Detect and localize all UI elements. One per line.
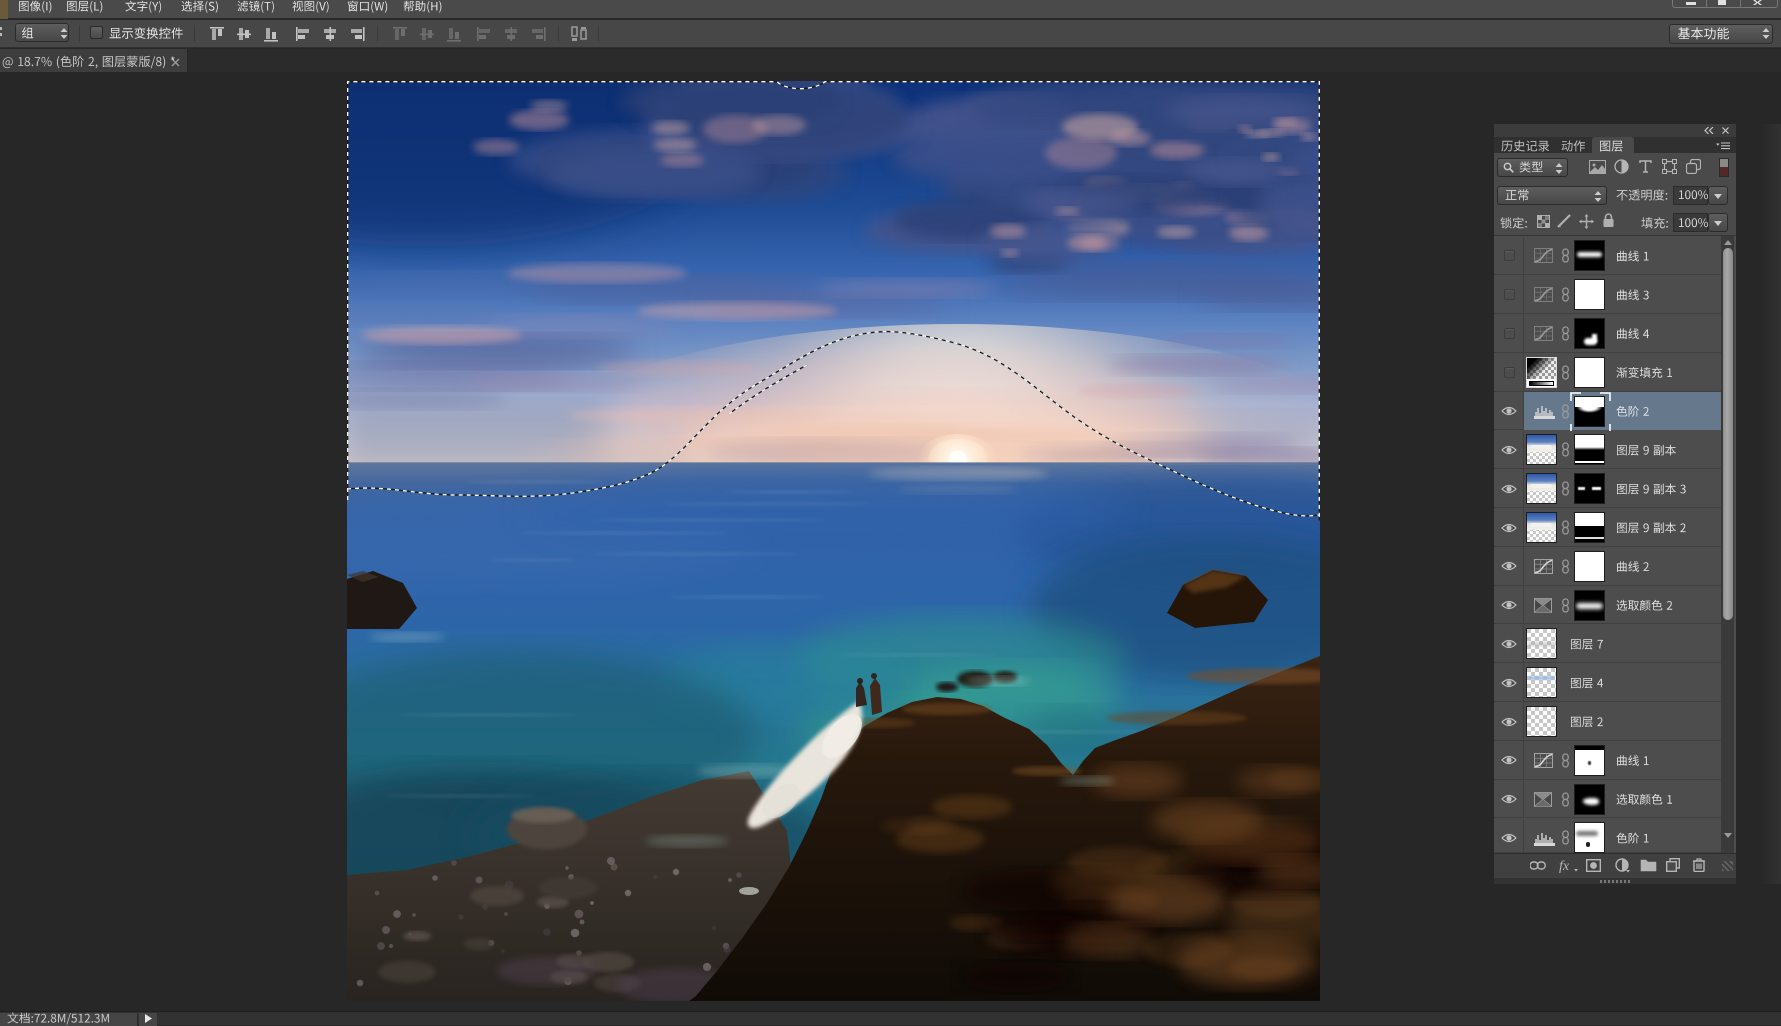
svg-text:fx: fx bbox=[1559, 859, 1570, 873]
